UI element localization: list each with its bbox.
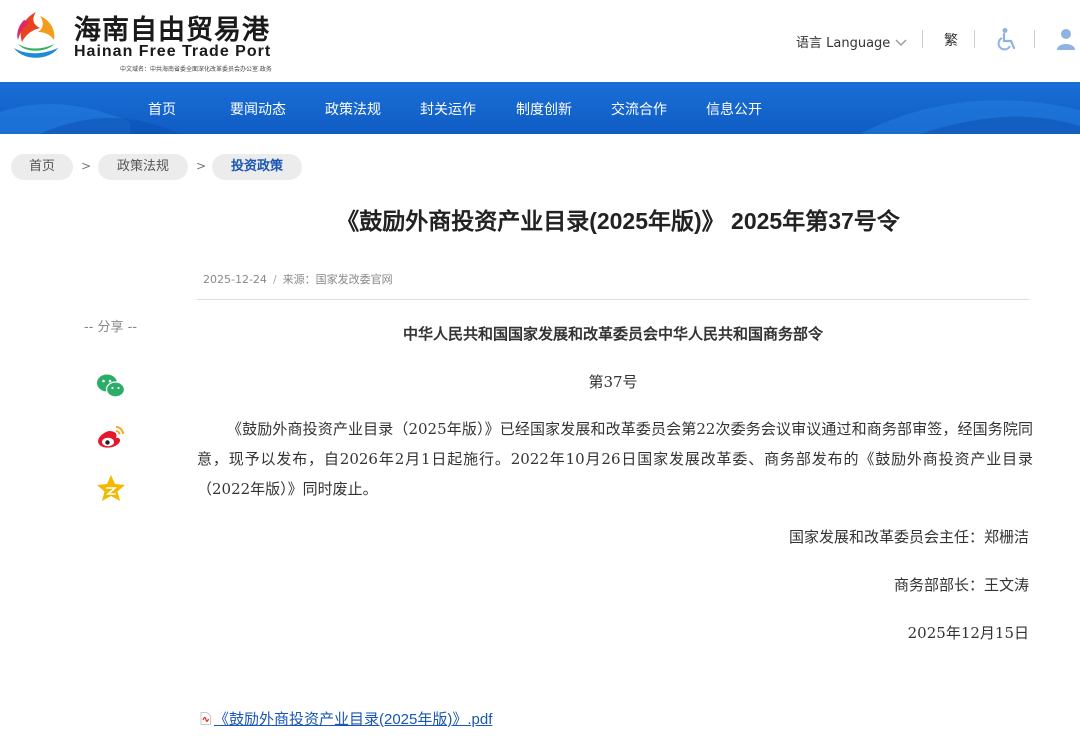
breadcrumb-policies[interactable]: 政策法规 <box>98 154 188 180</box>
breadcrumb-home[interactable]: 首页 <box>11 154 73 180</box>
wechat-icon[interactable] <box>96 372 126 400</box>
nav-exchange-cooperation[interactable]: 交流合作 <box>611 99 667 119</box>
breadcrumb-separator: > <box>81 159 92 173</box>
user-account-icon[interactable] <box>1056 27 1080 51</box>
signature-commerce-minister: 商务部部长：王文涛 <box>893 576 1029 594</box>
nav-policies[interactable]: 政策法规 <box>325 99 381 119</box>
pdf-file-icon <box>200 712 211 725</box>
language-label: 语言 Language <box>796 36 891 51</box>
nav-news[interactable]: 要闻动态 <box>230 99 286 119</box>
article-paragraph: 《鼓励外商投资产业目录（2025年版）》已经国家发展和改革委员会第22次委务会议… <box>197 420 1033 498</box>
page-title: 《鼓励外商投资产业目录(2025年版)》 2025年第37号令 <box>336 208 900 234</box>
article-source: 来源：国家发改委官网 <box>282 273 393 286</box>
share-label: -- 分享 -- <box>84 320 138 335</box>
title-divider <box>197 299 1029 300</box>
traditional-chinese-toggle[interactable]: 繁 <box>944 30 958 50</box>
nav-home[interactable]: 首页 <box>148 99 176 119</box>
breadcrumb-investment-policy[interactable]: 投资政策 <box>212 154 302 180</box>
favorite-star-icon[interactable] <box>96 474 126 502</box>
weibo-icon[interactable] <box>96 423 126 451</box>
site-header: 海南自由贸易港 Hainan Free Trade Port 中文域名：中共海南… <box>0 0 1080 82</box>
hainan-logo-icon[interactable] <box>10 8 62 64</box>
nav-information-disclosure[interactable]: 信息公开 <box>706 99 762 119</box>
site-logo-english[interactable]: Hainan Free Trade Port <box>74 43 271 61</box>
article-meta: 2025-12-24/来源：国家发改委官网 <box>203 273 393 286</box>
order-heading: 中华人民共和国国家发展和改革委员会中华人民共和国商务部令 <box>402 325 823 343</box>
attachment-link[interactable]: 《鼓励外商投资产业目录(2025年版)》.pdf <box>200 708 492 729</box>
header-divider <box>922 30 923 48</box>
signature-date: 2025年12月15日 <box>907 624 1029 642</box>
order-number: 第37号 <box>588 373 638 391</box>
accessibility-icon[interactable] <box>996 27 1018 51</box>
article-date: 2025-12-24 <box>203 273 267 286</box>
header-divider <box>974 30 975 48</box>
signature-ndrc-director: 国家发展和改革委员会主任：郑栅洁 <box>788 528 1029 546</box>
language-selector[interactable]: 语言 Language <box>796 32 908 51</box>
attachment-filename: 《鼓励外商投资产业目录(2025年版)》.pdf <box>214 711 493 728</box>
breadcrumb-separator: > <box>196 159 207 173</box>
site-domain-note: 中文域名：中共海南省委全面深化改革委员会办公室.政务 <box>120 66 272 73</box>
nav-customs-closure[interactable]: 封关运作 <box>420 99 476 119</box>
site-logo-title[interactable]: 海南自由贸易港 <box>74 8 270 47</box>
main-navigation: 首页 要闻动态 政策法规 封关运作 制度创新 交流合作 信息公开 <box>0 82 1080 134</box>
nav-institutional-innovation[interactable]: 制度创新 <box>516 99 572 119</box>
chevron-down-icon <box>895 39 907 46</box>
header-divider <box>1034 30 1035 48</box>
